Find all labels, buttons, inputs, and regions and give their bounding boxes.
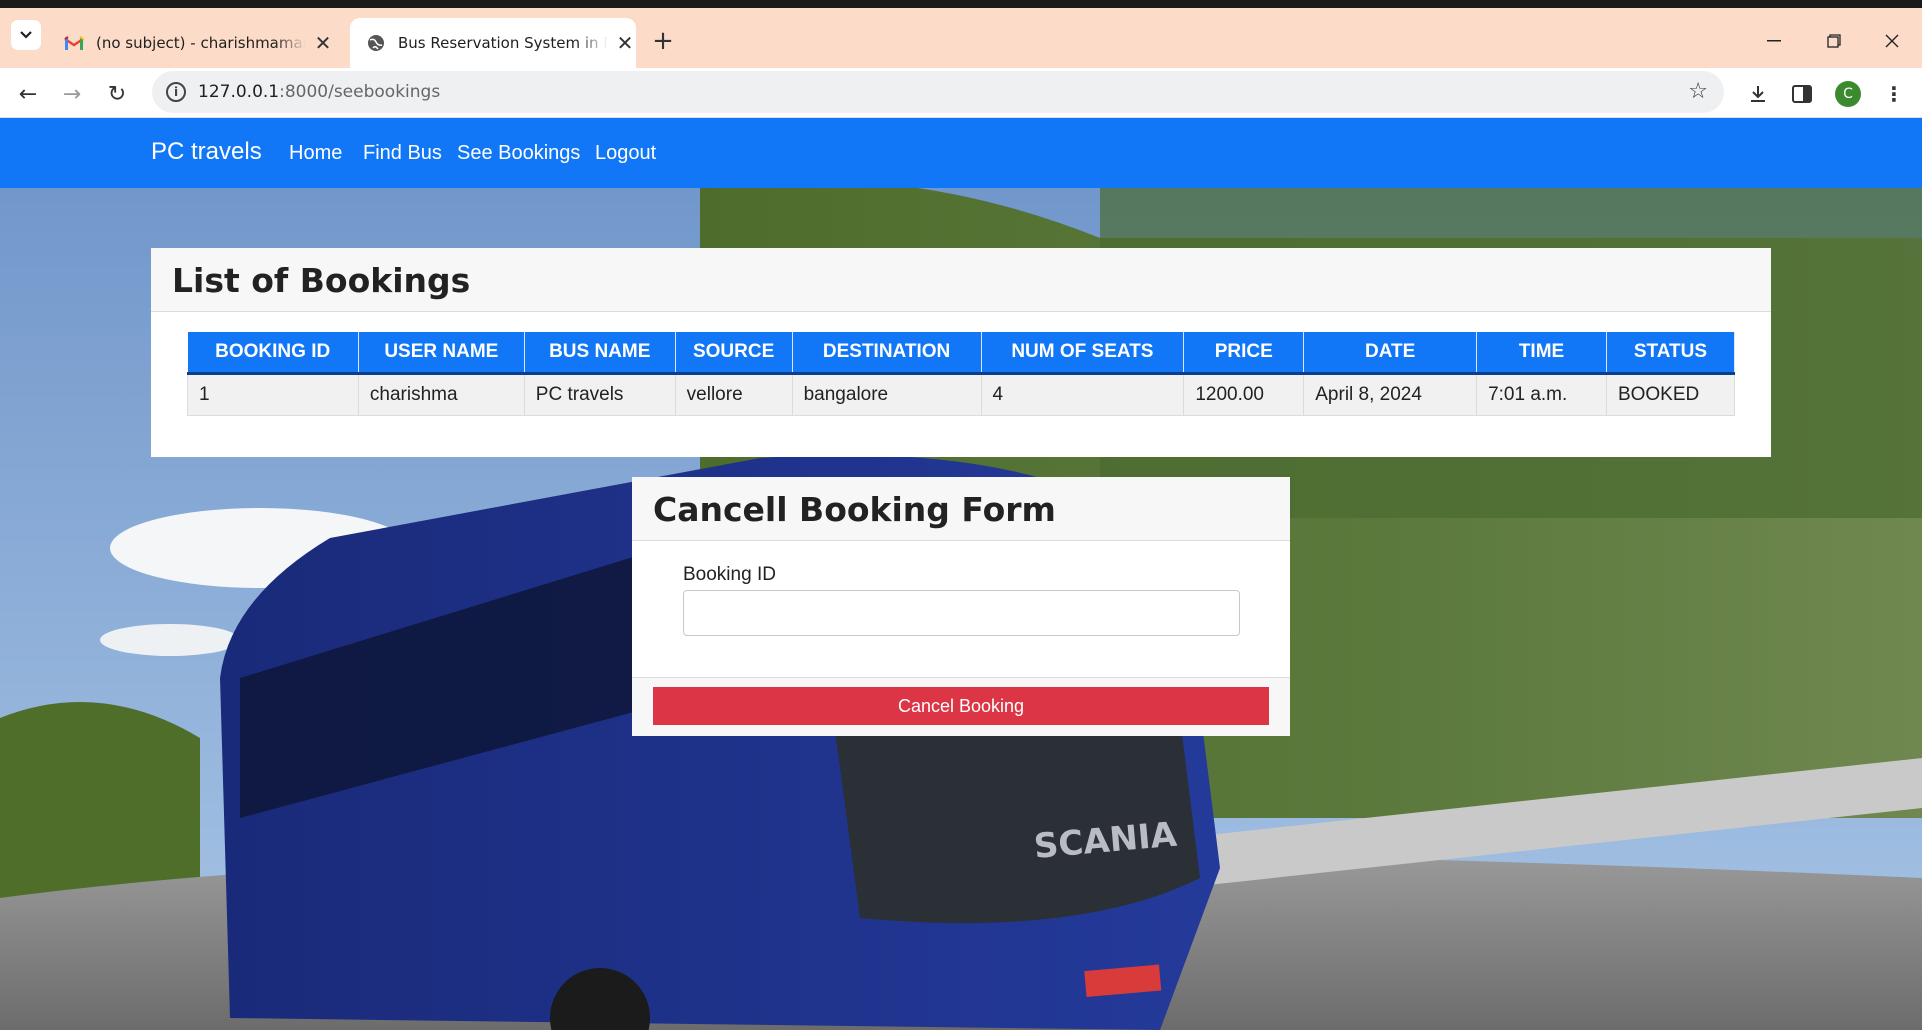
column-header: DATE (1303, 332, 1478, 375)
bookings-table: BOOKING ID USER NAME BUS NAME SOURCE DES… (187, 332, 1736, 416)
restore-icon (1827, 34, 1841, 48)
cell-status: BOOKED (1605, 372, 1736, 416)
url-path: :8000/seebookings (279, 82, 441, 102)
tab-search-button[interactable] (11, 20, 41, 50)
column-header: SOURCE (675, 332, 793, 375)
cell-price: 1200.00 (1183, 372, 1305, 416)
profile-button[interactable]: C (1832, 78, 1864, 110)
bookings-card: List of Bookings BOOKING ID USER NAME BU… (151, 248, 1771, 457)
tab-gmail[interactable]: (no subject) - charishmamasarap ✕ (48, 18, 344, 68)
table-header-row: BOOKING ID USER NAME BUS NAME SOURCE DES… (187, 332, 1736, 375)
arrow-left-icon: ← (18, 81, 38, 107)
cell-user-name: charishma (357, 372, 525, 416)
url-text: 127.0.0.1:8000/seebookings (198, 82, 440, 102)
tab-title: (no subject) - charishmamasarap (96, 34, 306, 52)
booking-id-input[interactable] (683, 590, 1240, 636)
kebab-menu-icon: ⋮ (1884, 82, 1904, 106)
menu-button[interactable]: ⋮ (1878, 78, 1910, 110)
new-tab-button[interactable]: + (648, 26, 678, 56)
close-icon (1885, 34, 1899, 48)
column-header: BUS NAME (524, 332, 676, 375)
window-top-edge (0, 0, 1922, 8)
globe-icon (366, 33, 386, 53)
site-info-icon[interactable]: i (166, 82, 186, 102)
side-panel-button[interactable] (1786, 78, 1818, 110)
bookings-card-header: List of Bookings (151, 248, 1771, 312)
cell-destination: bangalore (791, 372, 982, 416)
site-navbar: PC travels Home Find Bus See Bookings Lo… (0, 118, 1922, 188)
column-header: TIME (1476, 332, 1607, 375)
booking-id-label: Booking ID (683, 564, 776, 585)
cell-num-seats: 4 (980, 372, 1185, 416)
column-header: USER NAME (358, 332, 525, 375)
minimize-button[interactable] (1746, 16, 1802, 66)
column-header: PRICE (1183, 332, 1305, 375)
cell-booking-id: 1 (187, 372, 359, 416)
url-field[interactable]: i 127.0.0.1:8000/seebookings ☆ (152, 71, 1724, 113)
cancel-card-footer: Cancel Booking (632, 677, 1290, 736)
tab-bar: (no subject) - charishmamasarap ✕ Bus Re… (0, 8, 1922, 68)
close-icon[interactable]: ✕ (614, 31, 636, 55)
cell-time: 7:01 a.m. (1476, 372, 1607, 416)
close-icon[interactable]: ✕ (312, 31, 334, 55)
nav-link-logout[interactable]: Logout (595, 142, 656, 165)
avatar: C (1835, 81, 1861, 107)
cancel-booking-card: Cancell Booking Form Booking ID Cancel B… (632, 477, 1290, 736)
url-host: 127.0.0.1 (198, 82, 280, 102)
restore-button[interactable] (1806, 16, 1862, 66)
reload-button[interactable]: ↻ (101, 78, 133, 110)
brand-logo[interactable]: PC travels (151, 138, 262, 166)
cell-date: April 8, 2024 (1303, 372, 1478, 416)
forward-button[interactable]: → (56, 78, 88, 110)
nav-link-find-bus[interactable]: Find Bus (363, 142, 442, 165)
arrow-right-icon: → (62, 81, 82, 107)
download-icon (1751, 86, 1765, 102)
minimize-icon (1767, 40, 1781, 42)
address-bar: ← → ↻ i 127.0.0.1:8000/seebookings ☆ C ⋮ (0, 68, 1922, 118)
reload-icon: ↻ (107, 81, 127, 107)
column-header: NUM OF SEATS (981, 332, 1185, 375)
cancel-form-title: Cancell Booking Form (653, 490, 1056, 529)
downloads-button[interactable] (1742, 78, 1774, 110)
plus-icon: + (652, 26, 674, 56)
close-window-button[interactable] (1864, 16, 1920, 66)
back-button[interactable]: ← (12, 78, 44, 110)
nav-link-home[interactable]: Home (289, 142, 342, 165)
column-header: STATUS (1606, 332, 1736, 375)
nav-link-see-bookings[interactable]: See Bookings (457, 142, 580, 165)
tab-bus-reservation[interactable]: Bus Reservation System in Django ✕ (350, 18, 636, 68)
chevron-down-icon (20, 31, 32, 39)
column-header: BOOKING ID (187, 332, 359, 375)
bookings-title: List of Bookings (172, 261, 471, 300)
table-row: 1 charishma PC travels vellore bangalore… (187, 372, 1736, 416)
page-viewport: SCANIA PC travels Home Find Bus See Book… (0, 118, 1922, 1030)
cancel-booking-button[interactable]: Cancel Booking (653, 687, 1269, 725)
side-panel-icon (1792, 85, 1812, 103)
tab-title: Bus Reservation System in Django (398, 34, 608, 52)
bookmark-star-icon[interactable]: ☆ (1688, 79, 1708, 104)
gmail-icon (64, 33, 84, 53)
column-header: DESTINATION (792, 332, 982, 375)
cancel-card-header: Cancell Booking Form (632, 477, 1290, 541)
cell-source: vellore (674, 372, 793, 416)
cell-bus-name: PC travels (523, 372, 676, 416)
